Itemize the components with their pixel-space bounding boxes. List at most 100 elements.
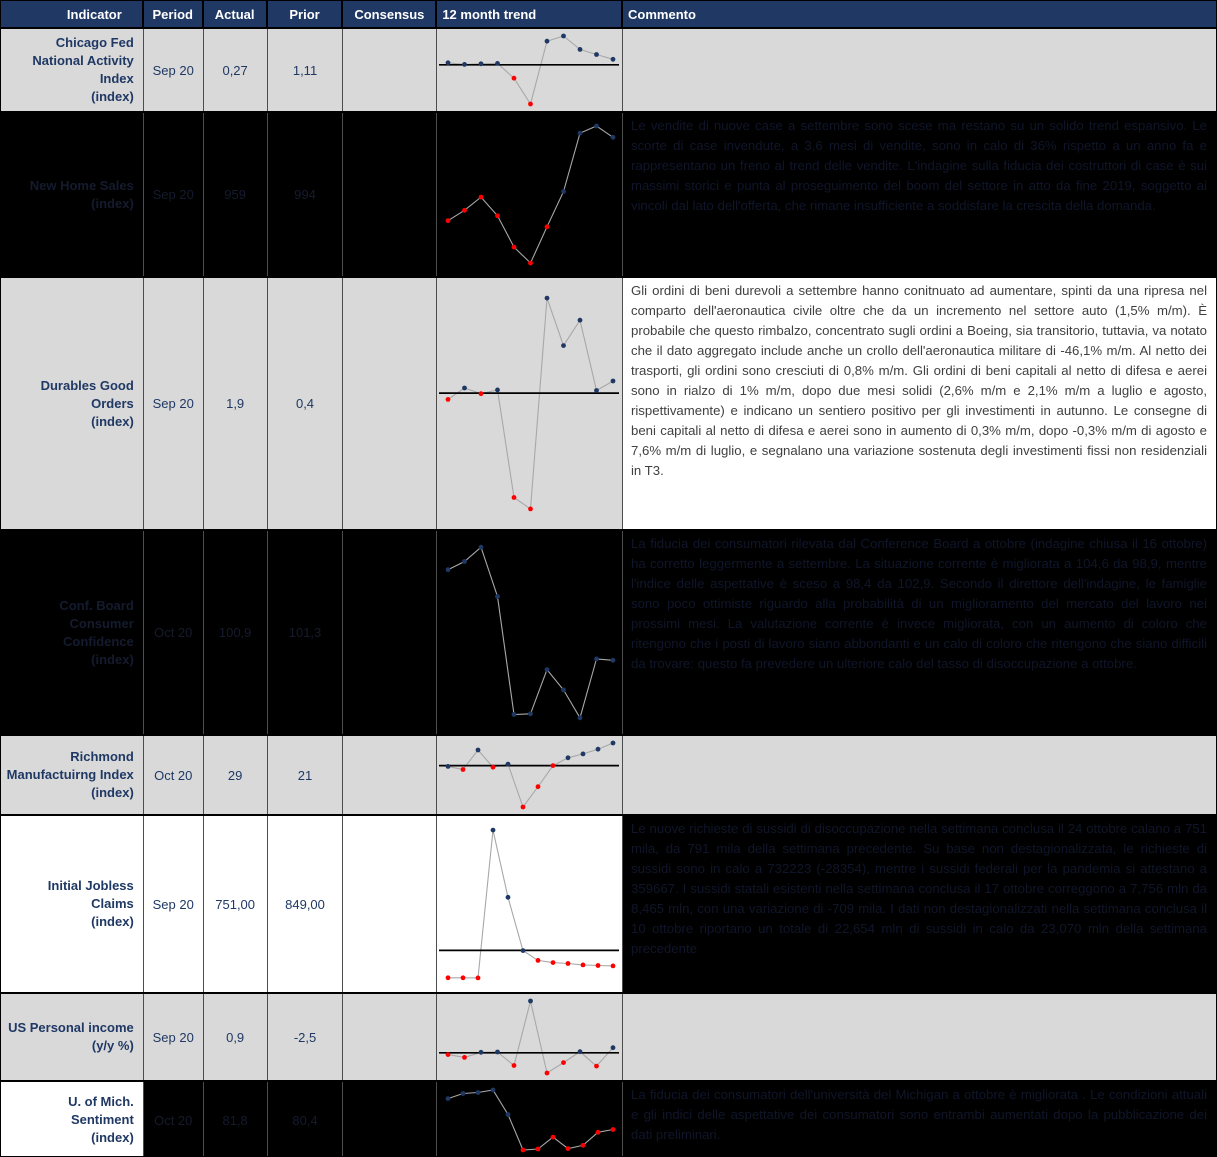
column-header-prior: Prior [268, 1, 344, 27]
actual-value: 0,27 [222, 63, 247, 78]
prior-cell: 0,4 [268, 278, 344, 529]
indicator-unit: (index) [91, 651, 134, 669]
data-point-blue [495, 594, 500, 599]
data-point-blue [476, 748, 481, 753]
column-header-indicator: Indicator [1, 1, 144, 27]
data-point-red [479, 195, 484, 200]
sparkline-chart [437, 29, 622, 111]
data-point-blue [495, 1050, 500, 1055]
data-point-red [551, 960, 556, 965]
prior-value: -2,5 [294, 1030, 316, 1045]
consensus-cell [343, 816, 437, 992]
indicator-unit: (index) [91, 413, 134, 431]
data-point-blue [611, 135, 616, 140]
indicator-cell: Initial Jobless Claims(index) [1, 816, 144, 992]
data-point-blue [578, 47, 583, 52]
sparkline-chart [437, 816, 622, 992]
indicator-name: Durables Good Orders [5, 377, 134, 413]
period-value: Sep 20 [153, 1030, 194, 1045]
indicator-name: Initial Jobless Claims [5, 877, 134, 913]
period-value: Sep 20 [153, 396, 194, 411]
period-value: Sep 20 [153, 63, 194, 78]
indicator-name: U. of Mich. Sentiment [5, 1093, 134, 1129]
data-point-blue [561, 34, 566, 39]
comment-cell: Le vendite di nuove case a settembre son… [623, 113, 1216, 276]
indicator-row: Durables Good Orders(index)Sep 201,90,4 … [1, 278, 1216, 531]
actual-cell: 0,27 [204, 29, 268, 111]
column-header-label: Commento [628, 7, 696, 22]
data-point-red [596, 963, 601, 968]
data-point-red [581, 1143, 586, 1148]
actual-cell: 751,00 [204, 816, 268, 992]
actual-value: 81,8 [222, 1113, 247, 1128]
data-point-blue [594, 388, 599, 393]
period-cell: Sep 20 [144, 994, 204, 1080]
data-point-red [446, 1052, 451, 1057]
data-point-red [479, 391, 484, 396]
consensus-cell [343, 278, 437, 529]
comment-cell: Gli ordini di beni durevoli a settembre … [623, 278, 1216, 529]
data-point-blue [476, 1090, 481, 1095]
indicators-report-table: IndicatorPeriodActualPriorConsensus12 mo… [0, 0, 1217, 1157]
data-point-red [461, 767, 466, 772]
data-point-blue [462, 559, 467, 564]
data-point-blue [594, 52, 599, 57]
data-point-blue [545, 667, 550, 672]
consensus-cell [343, 113, 437, 276]
data-point-red [536, 958, 541, 963]
data-point-red [566, 1146, 571, 1151]
prior-value: 101,3 [289, 625, 322, 640]
column-header-label: Indicator [67, 7, 122, 22]
data-point-blue [479, 545, 484, 550]
period-cell: Oct 20 [144, 736, 204, 814]
data-point-blue [545, 39, 550, 44]
prior-cell: 80,4 [268, 1082, 344, 1157]
data-point-red [551, 763, 556, 768]
data-point-blue [611, 379, 616, 384]
data-point-blue [578, 131, 583, 136]
prior-value: 994 [294, 187, 316, 202]
period-cell: Sep 20 [144, 816, 204, 992]
prior-value: 21 [298, 768, 312, 783]
indicator-unit: (index) [91, 1129, 134, 1147]
data-point-blue [491, 828, 496, 833]
data-point-red [476, 976, 481, 981]
data-point-blue [506, 895, 511, 900]
data-point-red [521, 1148, 526, 1153]
data-point-blue [479, 61, 484, 66]
actual-cell: 81,8 [204, 1082, 268, 1157]
data-point-blue [611, 1045, 616, 1050]
data-point-blue [506, 762, 511, 767]
sparkline-chart [437, 531, 622, 734]
data-point-red [461, 975, 466, 980]
comment-cell: Le nuove richieste di sussidi di disoccu… [623, 816, 1216, 992]
indicator-cell: New Home Sales(index) [1, 113, 144, 276]
indicator-name: Chicago Fed National Activity Index [5, 34, 134, 88]
actual-cell: 0,9 [204, 994, 268, 1080]
actual-value: 0,9 [226, 1030, 244, 1045]
consensus-cell [343, 531, 437, 734]
data-point-red [551, 1135, 556, 1140]
data-point-red [581, 963, 586, 968]
actual-value: 751,00 [215, 897, 255, 912]
column-header-period: Period [144, 1, 204, 27]
indicator-name: US Personal income [8, 1019, 134, 1037]
data-point-blue [566, 755, 571, 760]
data-point-blue [581, 752, 586, 757]
period-value: Sep 20 [153, 187, 194, 202]
data-point-red [446, 975, 451, 980]
actual-cell: 29 [204, 736, 268, 814]
consensus-cell [343, 29, 437, 111]
indicator-cell: Durables Good Orders(index) [1, 278, 144, 529]
data-point-red [521, 805, 526, 810]
actual-value: 1,9 [226, 396, 244, 411]
data-point-blue [491, 1088, 496, 1093]
data-point-red [512, 245, 517, 250]
indicator-cell: Chicago Fed National Activity Index(inde… [1, 29, 144, 111]
indicator-unit: (index) [91, 88, 134, 106]
data-point-blue [462, 62, 467, 67]
data-point-red [446, 397, 451, 402]
comment-cell: La fiducia dei consumatori dell'universi… [623, 1082, 1216, 1157]
data-point-red [512, 1063, 517, 1068]
data-point-blue [561, 189, 566, 194]
